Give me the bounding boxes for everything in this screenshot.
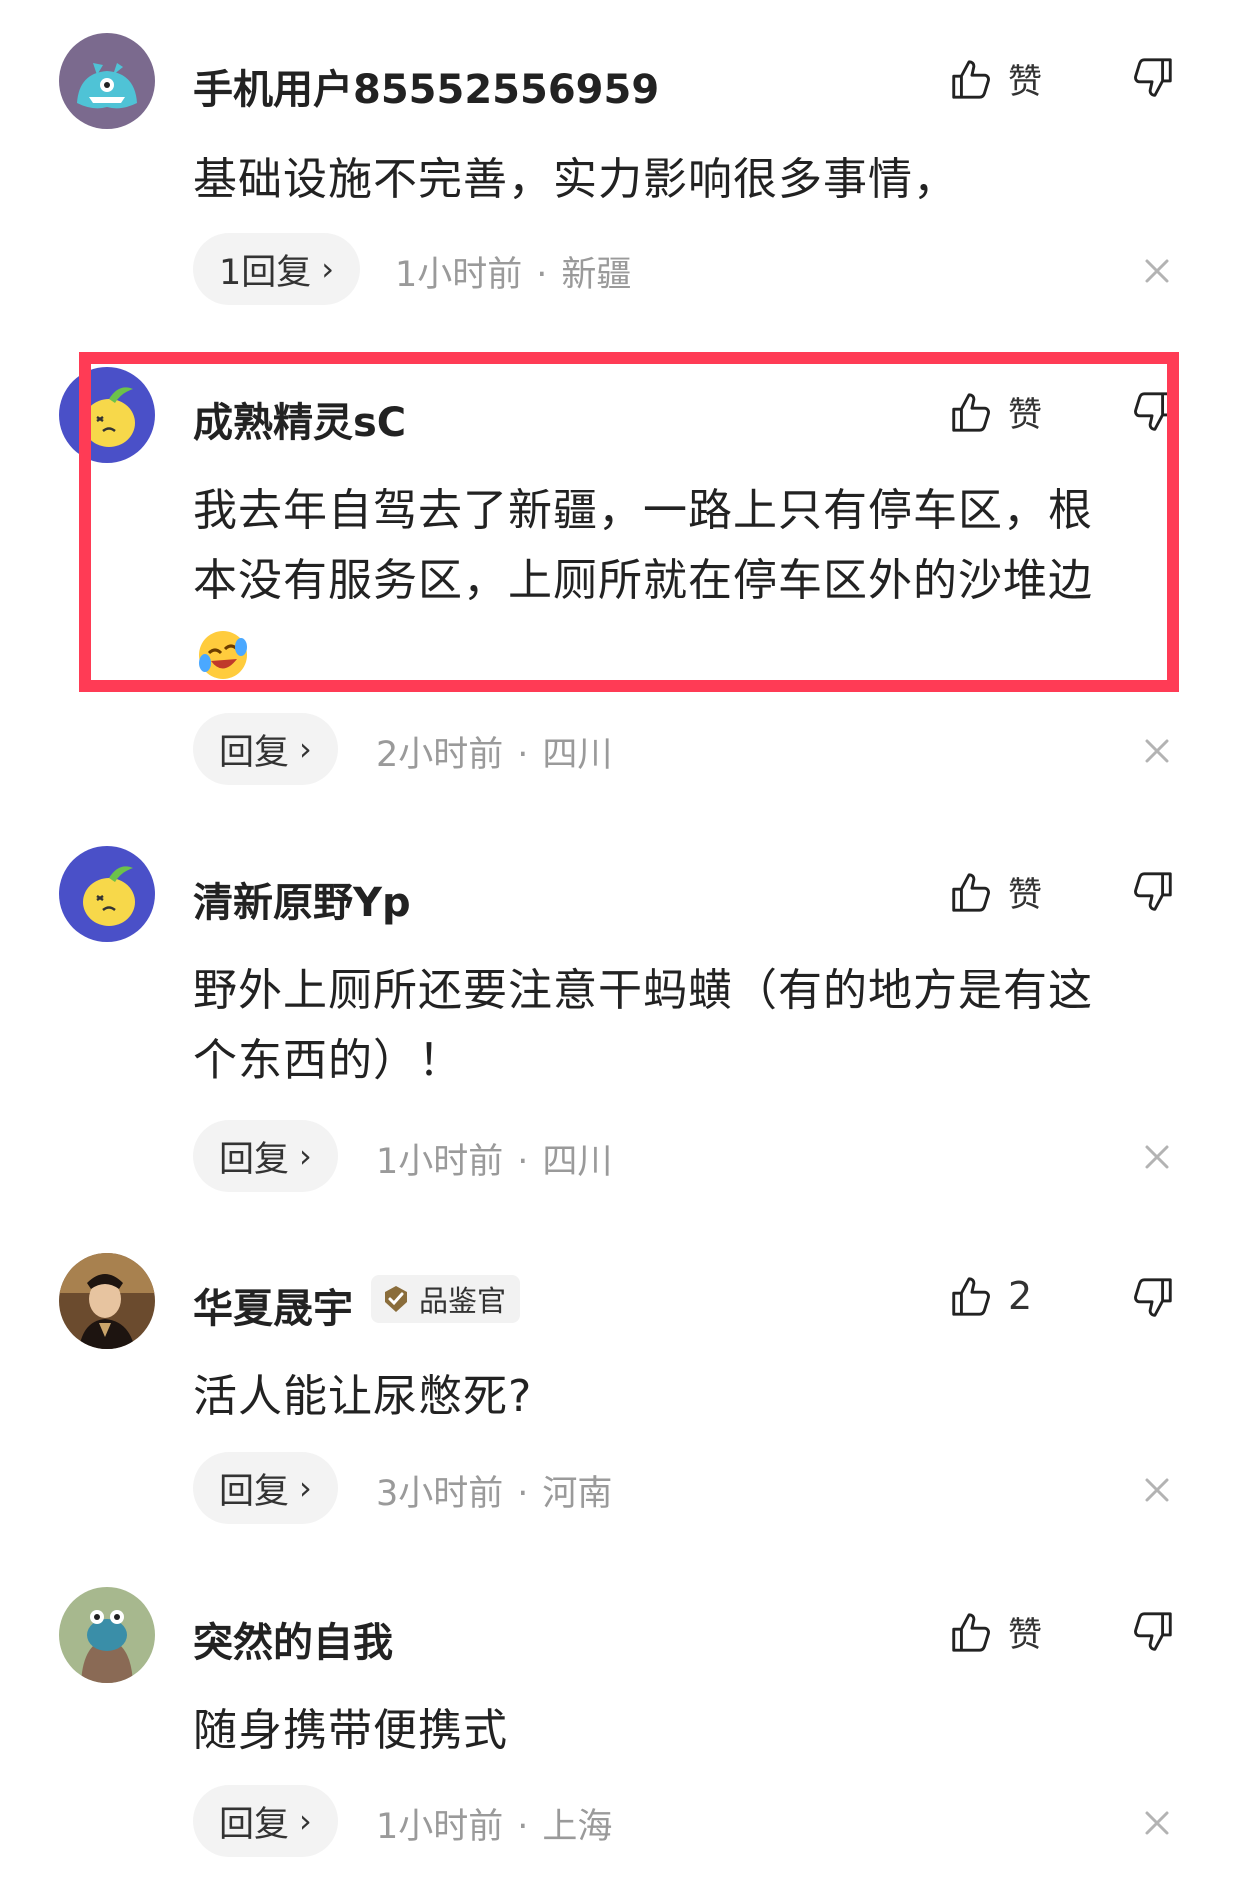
comment-text: 基础设施不完善，实力影响很多事情， (193, 154, 958, 205)
like-label: 赞 (1008, 875, 1042, 915)
like-button[interactable]: 赞 (948, 1607, 1042, 1656)
comment-text-line: 个东西的）！ (193, 1035, 463, 1086)
reply-label: 回复 (219, 1471, 290, 1512)
comment-meta: 1小时前 · 上海 (376, 1798, 612, 1849)
username[interactable]: 手机用户85552556959 (193, 57, 659, 115)
close-button[interactable] (1140, 1140, 1174, 1174)
close-icon (1140, 1140, 1174, 1174)
dislike-button[interactable] (1130, 1275, 1176, 1325)
like-button[interactable]: 赞 (948, 867, 1042, 916)
thumbs-down-icon (1130, 1275, 1176, 1321)
lemon-avatar-icon (59, 846, 155, 942)
dislike-button[interactable] (1130, 869, 1176, 919)
reply-button[interactable]: 回复 › (193, 1452, 338, 1524)
comment-meta: 2小时前 · 四川 (376, 726, 612, 777)
like-button[interactable]: 2 (948, 1273, 1032, 1319)
separator: · (536, 255, 548, 295)
creature-avatar-icon (59, 1587, 155, 1683)
comment-meta: 3小时前 · 河南 (376, 1465, 612, 1516)
close-button[interactable] (1140, 1806, 1174, 1840)
separator: · (517, 735, 529, 775)
chevron-right-icon: › (299, 1137, 312, 1175)
thumbs-down-icon (1130, 55, 1176, 101)
highlight-box (79, 352, 1179, 692)
comment-text-line: 野外上厕所还要注意干蚂蟥（有的地方是有这 (193, 965, 1093, 1016)
badge-shield-icon (385, 1286, 407, 1312)
avatar[interactable] (59, 33, 155, 129)
thumbs-up-icon (948, 56, 994, 102)
comment-meta: 1小时前 · 新疆 (395, 246, 631, 297)
comment-text: 野外上厕所还要注意干蚂蟥（有的地方是有这 个东西的）！ (193, 956, 1173, 1096)
chevron-right-icon: › (299, 1802, 312, 1840)
close-button[interactable] (1140, 734, 1174, 768)
username[interactable]: 突然的自我 (193, 1610, 393, 1668)
like-label: 赞 (1008, 62, 1042, 102)
chevron-right-icon: › (321, 250, 335, 288)
avatar[interactable] (59, 846, 155, 942)
like-button[interactable]: 赞 (948, 54, 1042, 103)
like-label: 赞 (1008, 1615, 1042, 1655)
thumbs-down-icon (1130, 1609, 1176, 1655)
reply-label: 回复 (219, 732, 290, 773)
close-icon (1140, 734, 1174, 768)
username[interactable]: 华夏晟宇 (193, 1276, 353, 1334)
dislike-button[interactable] (1130, 55, 1176, 105)
dislike-button[interactable] (1130, 1609, 1176, 1659)
like-count: 2 (1008, 1274, 1033, 1318)
thumbs-down-icon (1130, 869, 1176, 915)
separator: · (517, 1474, 529, 1514)
close-button[interactable] (1140, 254, 1174, 288)
reply-button[interactable]: 回复 › (193, 1120, 338, 1192)
reply-label: 1回复 (219, 252, 312, 293)
reply-button[interactable]: 回复 › (193, 1785, 338, 1857)
reviewer-badge: 品鉴官 (371, 1275, 521, 1323)
avatar[interactable] (59, 1253, 155, 1349)
comment-time: 3小时前 (376, 1474, 504, 1514)
comment-time: 1小时前 (376, 1807, 504, 1847)
close-icon (1140, 1806, 1174, 1840)
username[interactable]: 清新原野Yp (193, 870, 411, 928)
separator: · (517, 1142, 529, 1182)
thumbs-up-icon (948, 1273, 994, 1319)
comment-location: 四川 (542, 1142, 613, 1182)
reply-label: 回复 (219, 1804, 290, 1845)
reply-button[interactable]: 回复 › (193, 713, 338, 785)
comment-text: 随身携带便携式 (193, 1705, 508, 1756)
comment-location: 四川 (542, 735, 613, 775)
avatar[interactable] (59, 1587, 155, 1683)
chevron-right-icon: › (299, 730, 312, 768)
comment-text: 活人能让尿憋死? (193, 1371, 533, 1422)
comment-location: 上海 (542, 1807, 613, 1847)
comment-time: 1小时前 (395, 255, 523, 295)
close-icon (1140, 1473, 1174, 1507)
comment-location: 新疆 (561, 255, 632, 295)
monster-avatar-icon (59, 33, 155, 129)
close-button[interactable] (1140, 1473, 1174, 1507)
separator: · (517, 1807, 529, 1847)
comment-time: 2小时前 (376, 735, 504, 775)
badge-label: 品鉴官 (419, 1284, 507, 1318)
thumbs-up-icon (948, 1609, 994, 1655)
comment-meta: 1小时前 · 四川 (376, 1133, 612, 1184)
reply-label: 回复 (219, 1139, 290, 1180)
comment-location: 河南 (542, 1474, 613, 1514)
portrait-avatar-icon (59, 1253, 155, 1349)
thumbs-up-icon (948, 869, 994, 915)
comment-time: 1小时前 (376, 1142, 504, 1182)
close-icon (1140, 254, 1174, 288)
chevron-right-icon: › (299, 1469, 312, 1507)
reply-button[interactable]: 1回复 › (193, 233, 361, 305)
